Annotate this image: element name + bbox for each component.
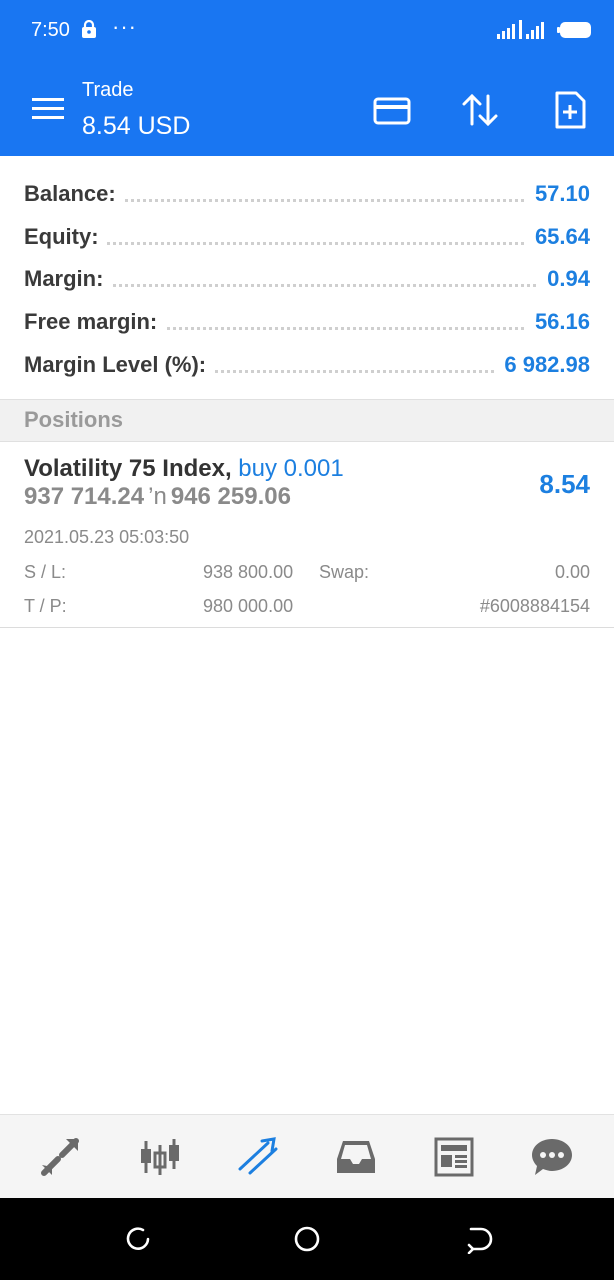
tp-label: T / P: — [24, 596, 67, 616]
status-bar: 7:50 ··· — [0, 0, 614, 58]
back-icon[interactable] — [463, 1224, 493, 1254]
summary-value: 65.64 — [526, 224, 590, 250]
news-icon[interactable] — [432, 1135, 476, 1179]
summary-row-margin-level: Margin Level (%): 6 982.98 — [0, 344, 614, 384]
chart-icon[interactable] — [138, 1135, 182, 1179]
position-symbol: Volatility 75 Index, buy 0.001 — [24, 455, 344, 483]
position-item[interactable]: Volatility 75 Index, buy 0.001 937 714.2… — [0, 441, 614, 628]
chat-icon[interactable] — [530, 1135, 574, 1179]
quotes-icon[interactable] — [38, 1135, 82, 1179]
screen: 7:50 ··· Trade 8.54 USD Balance: 57.10 E… — [0, 0, 614, 1280]
history-icon[interactable] — [334, 1135, 378, 1179]
recent-apps-icon[interactable] — [123, 1224, 153, 1254]
app-bar: Trade 8.54 USD — [0, 58, 614, 156]
ticket-number: #6008884154 — [479, 596, 590, 616]
position-prices: 937 714.24’n 946 259.06 — [24, 483, 291, 511]
summary-row-free-margin: Free margin: 56.16 — [0, 301, 614, 341]
position-open-time: 2021.05.23 05:03:50 — [24, 527, 190, 547]
positions-title: Positions — [24, 407, 124, 432]
current-price: 946 259.06 — [170, 483, 291, 510]
menu-icon[interactable] — [32, 98, 64, 120]
summary-label: Balance: — [24, 181, 124, 207]
tp-value: 980 000.00 — [203, 596, 294, 616]
sl-value: 938 800.00 — [203, 562, 294, 582]
battery-icon — [557, 22, 591, 38]
summary-value: 6 982.98 — [496, 352, 590, 378]
trade-icon[interactable] — [236, 1135, 280, 1179]
summary-row-equity: Equity: 65.64 — [0, 216, 614, 256]
app-bar-title: Trade — [82, 79, 134, 101]
summary-label: Margin Level (%): — [24, 352, 215, 378]
position-side: buy 0.001 — [238, 455, 344, 482]
swap-label: Swap: — [319, 562, 370, 582]
home-icon[interactable] — [292, 1224, 322, 1254]
summary-row-balance: Balance: 57.10 — [0, 173, 614, 213]
sort-arrows-icon[interactable] — [460, 90, 500, 130]
account-profit: 8.54 USD — [82, 112, 191, 140]
summary-label: Free margin: — [24, 309, 166, 335]
lock-icon — [82, 20, 96, 38]
more-notifications-icon: ··· — [112, 14, 137, 39]
symbol-name: Volatility 75 Index, — [24, 455, 232, 482]
signal-icon — [497, 20, 544, 39]
summary-value: 56.16 — [526, 309, 590, 335]
swap-value: 0.00 — [554, 562, 590, 582]
summary-row-margin: Margin: 0.94 — [0, 258, 614, 298]
positions-header: Positions — [0, 399, 614, 442]
card-icon[interactable] — [372, 90, 412, 130]
summary-label: Equity: — [24, 224, 107, 250]
status-time: 7:50 — [31, 19, 70, 41]
open-price: 937 714.24 — [24, 483, 145, 510]
new-order-icon[interactable] — [550, 90, 590, 130]
price-arrow: ’n — [148, 483, 167, 510]
sl-label: S / L: — [24, 562, 67, 582]
position-profit: 8.54 — [539, 469, 590, 499]
account-summary: Balance: 57.10 Equity: 65.64 Margin: 0.9… — [0, 157, 614, 399]
system-navigation-bar — [0, 1198, 614, 1280]
dotted-leader — [24, 242, 590, 245]
summary-value: 0.94 — [539, 266, 590, 292]
bottom-navigation — [0, 1114, 614, 1199]
summary-label: Margin: — [24, 266, 112, 292]
summary-value: 57.10 — [526, 181, 590, 207]
